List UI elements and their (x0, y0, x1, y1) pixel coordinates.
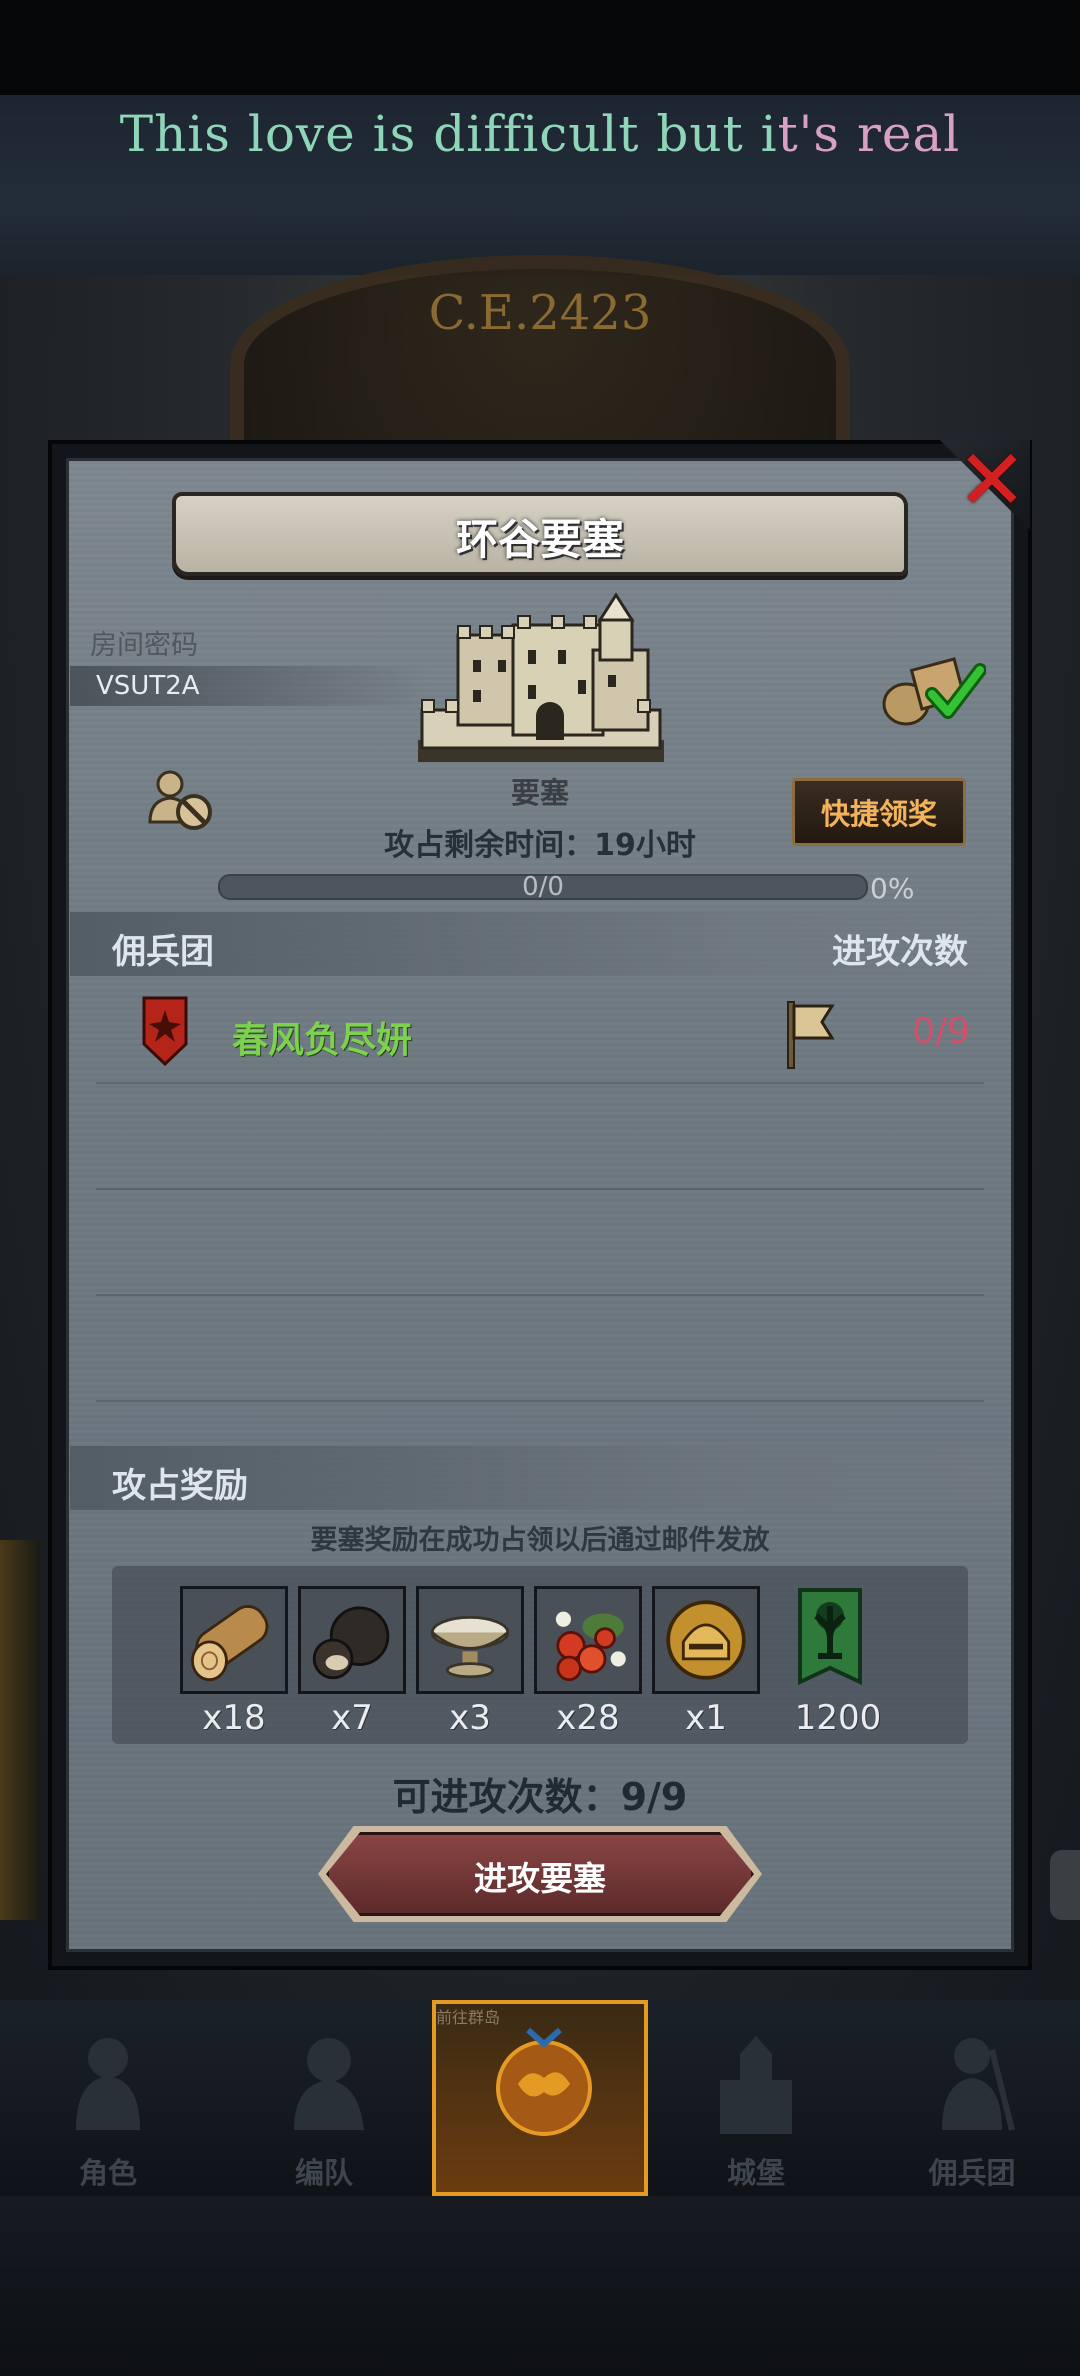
capture-progress-percent: 0% (870, 872, 915, 905)
era-year: C.E.2423 (428, 285, 652, 341)
reward-qty: x28 (556, 1698, 620, 1738)
quick-claim-label[interactable]: 快捷领奖 (792, 791, 966, 833)
nav-label: 佣兵团 (928, 2156, 1016, 2190)
mercenary-blocked-icon[interactable] (142, 764, 218, 836)
remaining-attacks: 可进攻次数：9/9 (392, 1775, 688, 1819)
status-bar-area (0, 0, 1080, 95)
fortress-castle-icon (418, 592, 664, 762)
scene-side-handle (1050, 1850, 1080, 1920)
attack-flag-icon (787, 1001, 835, 1069)
caption-text: This love is difficult but it's real (119, 105, 961, 163)
guild-banner-icon (798, 1588, 862, 1686)
guild-name[interactable]: 春风负尽妍 (232, 1011, 412, 1063)
islands-icon (496, 2027, 592, 2136)
wood-log-icon (183, 1589, 285, 1691)
row-divider (96, 1082, 984, 1084)
attack-fortress-label[interactable]: 进攻要塞 (326, 1852, 754, 1900)
reward-slot[interactable] (652, 1586, 760, 1694)
reward-slot[interactable] (298, 1586, 406, 1694)
row-divider (96, 1294, 984, 1296)
silver-bowl-icon (419, 1589, 521, 1691)
close-icon[interactable]: ✕ (952, 438, 1032, 522)
bottom-strip (0, 2196, 1080, 2376)
nav-item-character[interactable]: 角色 (0, 2000, 216, 2196)
castle-icon (720, 2036, 792, 2134)
nav-item-castle[interactable]: 城堡 (648, 2000, 864, 2196)
berries-icon (537, 1589, 639, 1691)
mercenary-header-label: 佣兵团 (112, 932, 214, 972)
reward-header-label: 攻占奖励 (112, 1466, 248, 1506)
loot-claimed-icon (882, 657, 986, 726)
reward-slot[interactable] (776, 1586, 884, 1694)
nav-label: 编队 (294, 2156, 353, 2190)
reward-slot[interactable] (416, 1586, 524, 1694)
room-code-label: 房间密码 (90, 630, 198, 661)
mercenary-icon (942, 2038, 1015, 2131)
building-type-label: 要塞 (510, 776, 569, 810)
row-divider (96, 1400, 984, 1402)
nav-item-islands[interactable]: 前往群岛 (432, 2000, 648, 2196)
attack-count-header-label: 进攻次数 (832, 932, 968, 972)
golden-helmet-icon (655, 1589, 757, 1691)
row-divider (96, 1188, 984, 1190)
time-remaining: 攻占剩余时间：19小时 (384, 828, 696, 863)
room-code-value[interactable]: VSUT2A (96, 671, 200, 701)
scene-side-panel (0, 1540, 40, 1920)
nav-item-formation[interactable]: 编队 (216, 2000, 432, 2196)
reward-qty: x7 (331, 1698, 373, 1738)
reward-slot[interactable] (534, 1586, 642, 1694)
character-icon (76, 2038, 140, 2130)
reward-qty: 1200 (794, 1698, 882, 1738)
nav-label: 角色 (78, 2156, 137, 2190)
formation-icon (294, 2038, 364, 2130)
nav-item-mercenary[interactable]: 佣兵团 (864, 2000, 1080, 2196)
reward-qty: x3 (449, 1698, 491, 1738)
truffle-icon (301, 1589, 403, 1691)
guild-attack-count: 0/9 (912, 1011, 970, 1052)
guild-shield-icon (142, 996, 188, 1066)
reward-qty: x18 (202, 1698, 266, 1738)
capture-progress-count: 0/0 (522, 872, 564, 902)
reward-note: 要塞奖励在成功占领以后通过邮件发放 (310, 1525, 770, 1556)
nav-label: 城堡 (726, 2156, 785, 2190)
dialog-title: 环谷要塞 (455, 515, 624, 564)
reward-slot[interactable] (180, 1586, 288, 1694)
reward-qty: x1 (685, 1698, 727, 1738)
